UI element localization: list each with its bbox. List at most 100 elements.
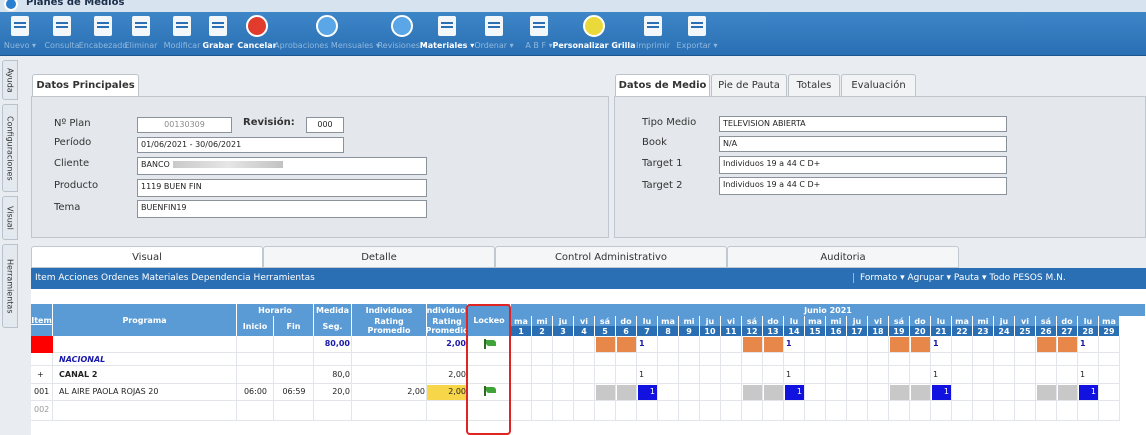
day-cell[interactable] [826, 353, 847, 366]
day-cell[interactable] [889, 353, 910, 366]
day-cell[interactable] [595, 353, 616, 366]
toolbar-button-exportar[interactable]: Exportar ▾ [667, 14, 727, 54]
day-cell[interactable] [973, 336, 994, 353]
day-cell[interactable] [826, 336, 847, 353]
tab-evaluacion[interactable]: Evaluación [841, 74, 916, 96]
day-cell[interactable] [868, 353, 889, 366]
day-cell[interactable] [910, 366, 931, 384]
day-cell[interactable] [973, 384, 994, 401]
day-cell[interactable] [952, 401, 973, 421]
day-cell[interactable] [679, 366, 700, 384]
day-cell[interactable] [1036, 401, 1057, 421]
day-cell[interactable] [889, 401, 910, 421]
day-cell[interactable] [763, 353, 784, 366]
day-cell[interactable] [1036, 366, 1057, 384]
day-cell[interactable] [511, 353, 532, 366]
day-cell[interactable] [910, 401, 931, 421]
day-cell[interactable] [1099, 384, 1120, 401]
day-cell[interactable] [574, 384, 595, 401]
day-cell[interactable] [1099, 353, 1120, 366]
day-cell[interactable] [805, 336, 826, 353]
tab-datos-principales[interactable]: Datos Principales [32, 74, 139, 96]
periodo-field[interactable]: 01/06/2021 - 30/06/2021 [137, 137, 344, 153]
day-cell[interactable] [1078, 401, 1099, 421]
tab-totales[interactable]: Totales [788, 74, 840, 96]
tab-auditoria[interactable]: Auditoria [727, 246, 959, 268]
day-cell[interactable] [721, 336, 742, 353]
day-cell[interactable] [868, 401, 889, 421]
day-cell[interactable] [973, 366, 994, 384]
day-cell[interactable] [679, 353, 700, 366]
day-cell[interactable] [1078, 353, 1099, 366]
day-cell[interactable] [553, 401, 574, 421]
day-cell[interactable] [700, 401, 721, 421]
day-cell[interactable] [910, 353, 931, 366]
cliente-field[interactable]: BANCO [137, 157, 427, 175]
day-cell[interactable] [616, 366, 637, 384]
day-cell[interactable] [532, 336, 553, 353]
day-cell[interactable] [553, 353, 574, 366]
day-cell[interactable] [721, 401, 742, 421]
day-cell[interactable] [1099, 336, 1120, 353]
day-cell[interactable] [742, 353, 763, 366]
day-cell[interactable] [679, 401, 700, 421]
day-cell[interactable] [637, 353, 658, 366]
tipo-medio-field[interactable]: TELEVISION ABIERTA [719, 116, 1007, 132]
day-cell[interactable] [553, 384, 574, 401]
day-cell[interactable] [532, 366, 553, 384]
side-tab-herramientas[interactable]: Herramientas [2, 244, 18, 328]
day-cell[interactable] [1015, 353, 1036, 366]
day-cell[interactable] [847, 366, 868, 384]
side-tab-ayuda[interactable]: Ayuda [2, 60, 18, 100]
day-cell[interactable] [1015, 384, 1036, 401]
toolbar-button-personalizar-grilla[interactable]: Personalizar Grilla [553, 14, 636, 54]
producto-field[interactable]: 1119 BUEN FIN [137, 179, 427, 197]
day-cell[interactable] [1057, 401, 1078, 421]
day-cell[interactable] [826, 401, 847, 421]
day-cell[interactable] [847, 336, 868, 353]
day-cell[interactable] [511, 366, 532, 384]
day-cell[interactable] [616, 353, 637, 366]
day-cell[interactable] [805, 384, 826, 401]
day-cell[interactable] [973, 353, 994, 366]
day-cell[interactable] [658, 366, 679, 384]
day-cell[interactable] [952, 366, 973, 384]
day-cell[interactable] [637, 401, 658, 421]
day-cell[interactable] [952, 353, 973, 366]
day-cell[interactable] [763, 366, 784, 384]
day-cell[interactable] [1099, 366, 1120, 384]
day-cell[interactable] [658, 353, 679, 366]
day-cell[interactable] [742, 401, 763, 421]
day-cell[interactable] [784, 401, 805, 421]
day-cell[interactable] [763, 401, 784, 421]
book-field[interactable]: N/A [719, 136, 1007, 152]
day-cell[interactable] [994, 366, 1015, 384]
day-cell[interactable] [511, 336, 532, 353]
day-cell[interactable] [1015, 366, 1036, 384]
revision-field[interactable]: 000 [306, 117, 344, 133]
day-cell[interactable] [532, 384, 553, 401]
day-cell[interactable] [931, 353, 952, 366]
tab-pie-de-pauta[interactable]: Pie de Pauta [711, 74, 787, 96]
day-cell[interactable] [658, 384, 679, 401]
side-tab-visual[interactable]: Visual [2, 196, 18, 240]
day-cell[interactable] [805, 353, 826, 366]
day-cell[interactable] [847, 401, 868, 421]
day-cell[interactable] [721, 366, 742, 384]
day-cell[interactable] [700, 336, 721, 353]
day-cell[interactable] [1015, 336, 1036, 353]
day-cell[interactable] [1015, 401, 1036, 421]
day-cell[interactable] [700, 384, 721, 401]
day-cell[interactable] [700, 366, 721, 384]
day-cell[interactable] [994, 401, 1015, 421]
side-tab-configuraciones[interactable]: Configuraciones [2, 104, 18, 192]
day-cell[interactable] [952, 384, 973, 401]
day-cell[interactable] [805, 366, 826, 384]
day-cell[interactable] [679, 336, 700, 353]
day-cell[interactable] [574, 336, 595, 353]
day-cell[interactable] [973, 401, 994, 421]
day-cell[interactable] [574, 401, 595, 421]
day-cell[interactable] [532, 353, 553, 366]
day-cell[interactable] [595, 401, 616, 421]
day-cell[interactable] [658, 336, 679, 353]
